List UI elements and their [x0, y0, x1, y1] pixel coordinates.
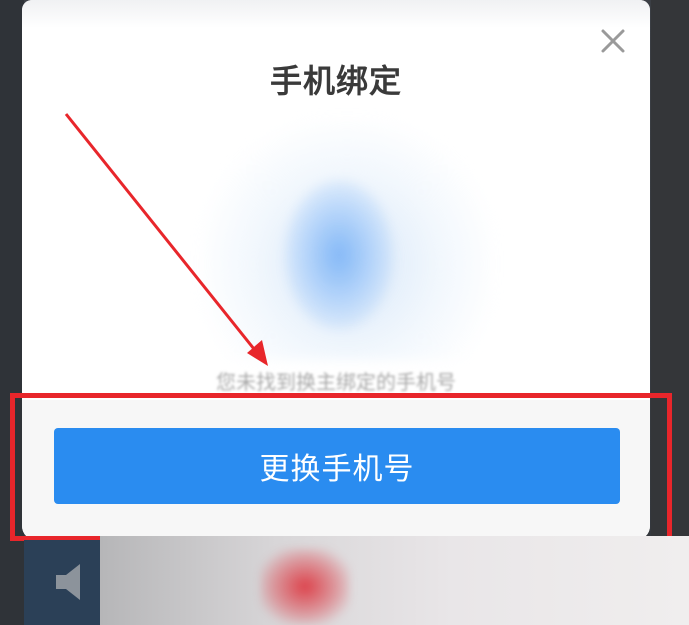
dialog-top-shade	[22, 0, 650, 28]
bottom-blurred-area	[100, 536, 689, 625]
illustration-phone-glow	[284, 180, 394, 330]
change-phone-button[interactable]: 更换手机号	[54, 428, 620, 504]
speaker-icon[interactable]	[50, 556, 102, 608]
background-right-edge	[651, 0, 689, 625]
phone-binding-dialog: 手机绑定 您未找到换主绑定的手机号 更换手机号	[22, 0, 650, 540]
close-icon[interactable]	[598, 26, 628, 56]
bottom-red-blur	[260, 548, 350, 625]
dialog-title: 手机绑定	[269, 62, 402, 100]
dialog-subtitle: 您未找到换主绑定的手机号	[216, 370, 456, 394]
phone-illustration-icon	[22, 100, 650, 370]
screen: 手机绑定 您未找到换主绑定的手机号 更换手机号	[0, 0, 689, 625]
background-left-edge	[0, 0, 24, 625]
